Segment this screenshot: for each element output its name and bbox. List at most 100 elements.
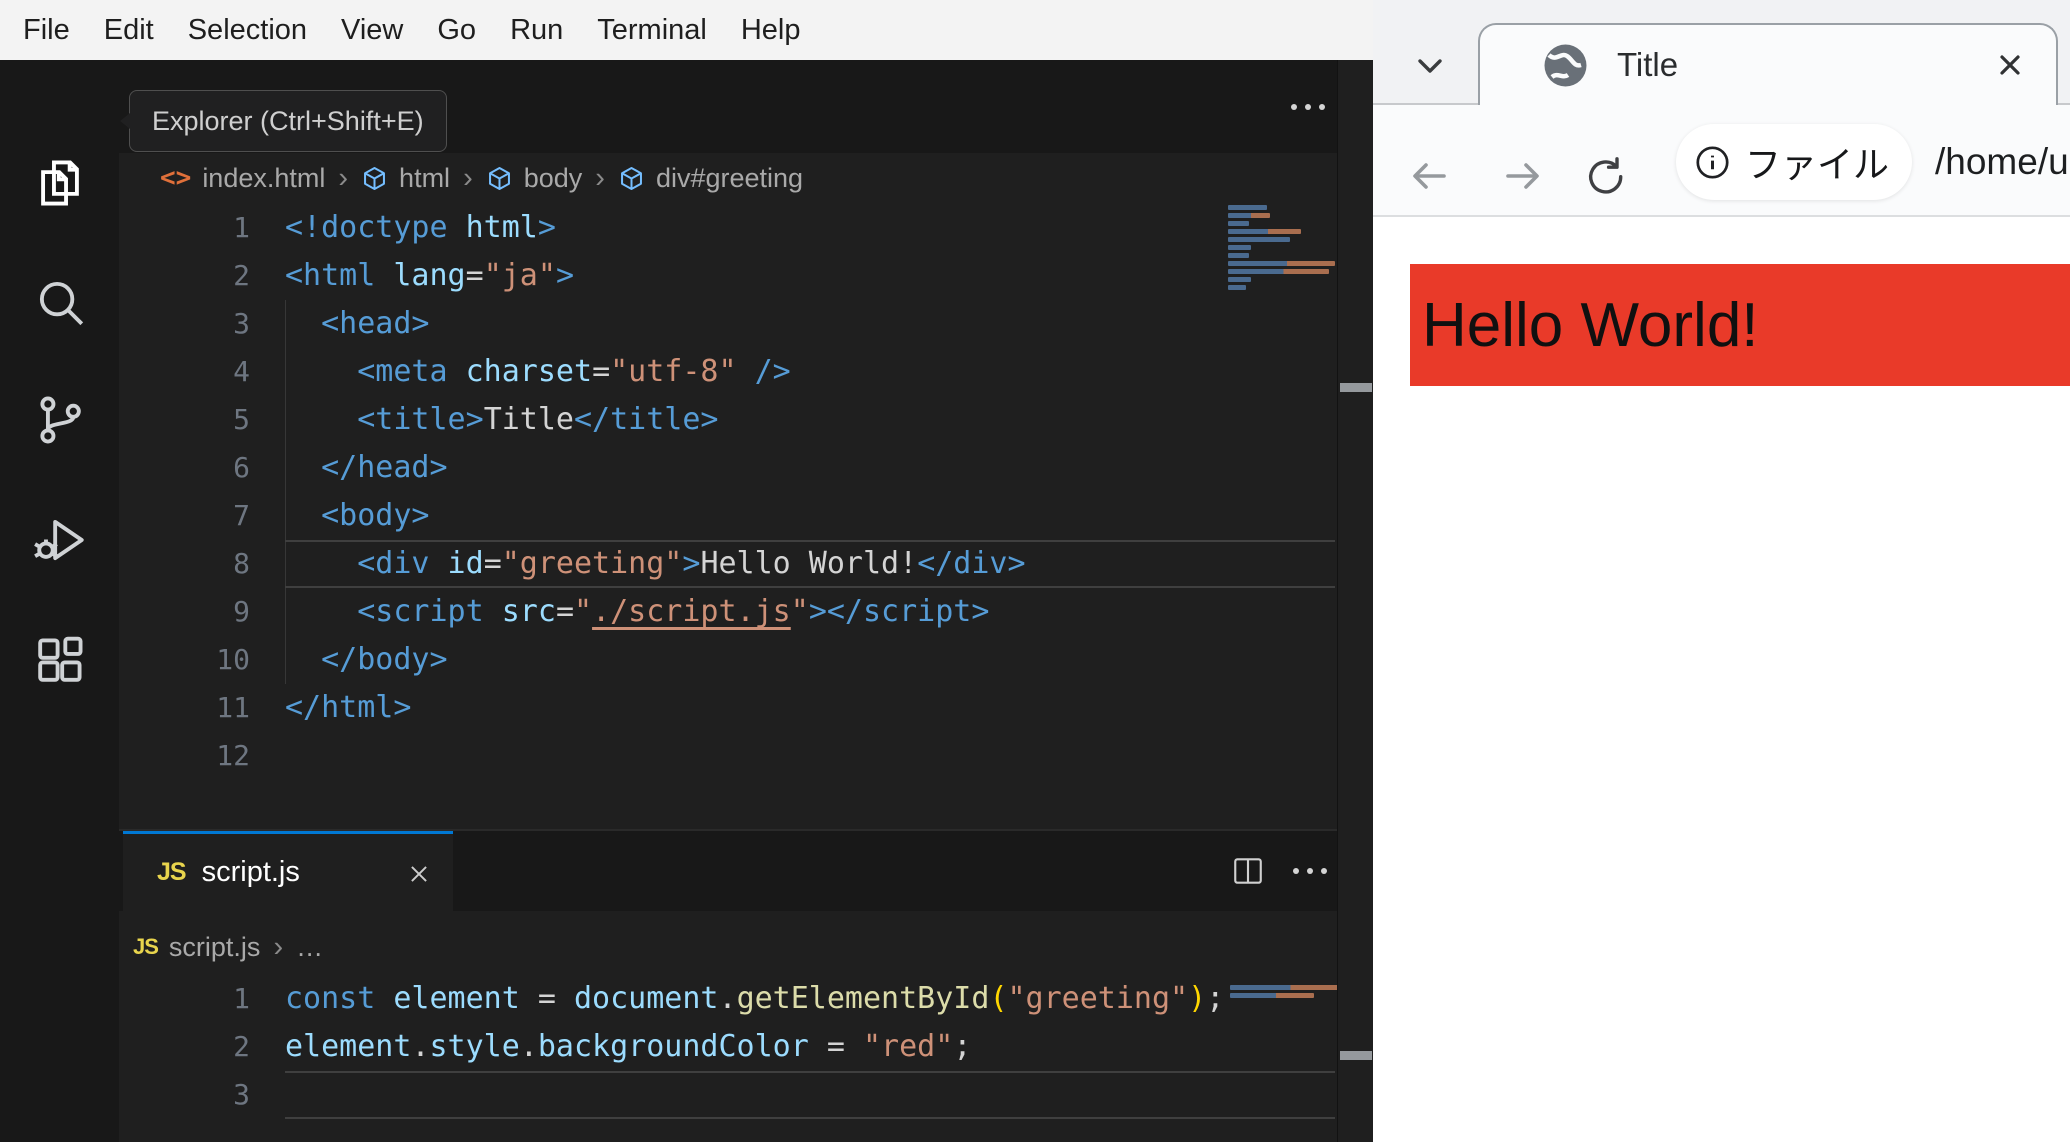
tab-script-js[interactable]: JS script.js (123, 831, 453, 911)
info-icon[interactable] (1694, 144, 1731, 181)
html-editor-group: <> index.html › html › body › div#greeting 1 <!d… (119, 60, 1337, 831)
scrollbar[interactable] (1337, 60, 1374, 1142)
browser-toolbar: ファイル /home/u (1373, 105, 2070, 215)
close-icon[interactable] (407, 861, 431, 885)
line-number: 2 (233, 1030, 250, 1063)
code-text: <html lang="ja"> (285, 258, 574, 293)
reload-icon[interactable] (1582, 155, 1628, 197)
scrollbar-handle[interactable] (1340, 383, 1372, 392)
more-actions-icon[interactable] (1293, 868, 1327, 874)
code-line[interactable]: 1 const element = document.getElementById… (119, 975, 1337, 1023)
menu-item-edit[interactable]: Edit (87, 14, 171, 47)
line-number: 12 (216, 739, 250, 772)
back-icon[interactable] (1406, 155, 1452, 197)
screen: File Edit Selection View Go Run Terminal Help (0, 0, 2070, 1142)
chevron-down-icon[interactable] (1409, 48, 1451, 84)
line-number: 2 (233, 259, 250, 292)
split-editor-icon[interactable] (1231, 855, 1265, 887)
code-line[interactable]: 3 <head> (119, 300, 1337, 348)
line-number: 11 (216, 691, 250, 724)
menu-item-terminal[interactable]: Terminal (580, 14, 724, 47)
breadcrumb-separator: › (595, 161, 605, 194)
browser-tab[interactable]: Title (1478, 23, 2058, 105)
explorer-icon[interactable] (31, 154, 89, 212)
origin-chip[interactable]: ファイル (1676, 124, 1912, 200)
code-line[interactable]: 2 element.style.backgroundColor = "red"; (119, 1023, 1337, 1071)
breadcrumb[interactable]: <> index.html › html › body › div#greeting (160, 153, 803, 203)
line-number: 10 (216, 643, 250, 676)
line-number: 4 (233, 355, 250, 388)
run-debug-icon[interactable] (31, 511, 89, 569)
line-number: 7 (233, 499, 250, 532)
code-line[interactable]: 6 </head> (119, 444, 1337, 492)
source-control-icon[interactable] (31, 391, 89, 449)
code-line[interactable]: 12 (119, 732, 1337, 780)
menu-item-run[interactable]: Run (493, 14, 580, 47)
code-text: <head> (321, 306, 430, 341)
line-number: 9 (233, 595, 250, 628)
code-text: </head> (321, 450, 448, 485)
line-number: 5 (233, 403, 250, 436)
code-line[interactable]: 4 <meta charset="utf-8" /> (119, 348, 1337, 396)
scrollbar-handle[interactable] (1340, 1051, 1372, 1060)
activity-bar (0, 60, 119, 1142)
line-number: 1 (233, 211, 250, 244)
breadcrumb-segment[interactable]: html (399, 163, 450, 194)
search-icon[interactable] (31, 273, 89, 331)
js-code-editor[interactable]: 1 const element = document.getElementById… (119, 975, 1337, 1119)
code-text: <!doctype html> (285, 210, 556, 245)
origin-chip-label: ファイル (1745, 144, 1890, 185)
menu-item-go[interactable]: Go (420, 14, 493, 47)
forward-icon[interactable] (1500, 155, 1546, 197)
code-text: <body> (321, 498, 430, 533)
url-text[interactable]: /home/u (1935, 141, 2069, 183)
breadcrumb-file[interactable]: script.js (169, 932, 261, 963)
line-number: 8 (233, 547, 250, 580)
panel-tab-bar: JS script.js (119, 831, 1337, 911)
line-number: 3 (233, 1078, 250, 1111)
code-line[interactable]: 10 </body> (119, 636, 1337, 684)
page-greeting-div: Hello World! (1410, 264, 2070, 386)
menu-item-view[interactable]: View (324, 14, 420, 47)
breadcrumb-separator: › (338, 161, 349, 194)
code-text: <script src="./script.js"></script> (357, 594, 990, 629)
tab-label: script.js (201, 856, 300, 888)
code-line[interactable]: 8 <div id="greeting">Hello World!</div> (119, 540, 1337, 588)
code-text: <div id="greeting">Hello World!</div> (357, 546, 1026, 581)
menu-item-selection[interactable]: Selection (171, 14, 324, 47)
html-file-icon: <> (160, 163, 192, 193)
minimap[interactable] (1230, 985, 1342, 1009)
menu-item-file[interactable]: File (6, 14, 87, 47)
breadcrumb-file[interactable]: index.html (202, 163, 325, 194)
symbol-cube-icon (618, 165, 645, 192)
close-icon[interactable] (1994, 49, 2026, 81)
explorer-tooltip: Explorer (Ctrl+Shift+E) (120, 90, 447, 152)
code-line[interactable]: 11 </html> (119, 684, 1337, 732)
breadcrumb-segment[interactable]: body (524, 163, 583, 194)
extensions-icon[interactable] (31, 631, 89, 689)
code-line[interactable]: 1 <!doctype html> (119, 204, 1337, 252)
line-number: 6 (233, 451, 250, 484)
code-text: <meta charset="utf-8" /> (357, 354, 791, 389)
symbol-cube-icon (486, 165, 513, 192)
line-number: 1 (233, 982, 250, 1015)
code-text: const element = document.getElementById(… (285, 981, 1225, 1016)
breadcrumb-more[interactable]: … (296, 932, 323, 963)
code-line[interactable]: 3 (119, 1071, 1337, 1119)
code-line[interactable]: 7 <body> (119, 492, 1337, 540)
code-text: element.style.backgroundColor = "red"; (285, 1029, 972, 1064)
breadcrumb-separator: › (463, 161, 473, 194)
breadcrumb[interactable]: JS script.js ›… (133, 922, 323, 972)
menu-item-help[interactable]: Help (724, 14, 818, 47)
code-text: </body> (321, 642, 448, 677)
code-line[interactable]: 5 <title>Title</title> (119, 396, 1337, 444)
breadcrumb-segment[interactable]: div#greeting (656, 163, 803, 194)
code-line[interactable]: 9 <script src="./script.js"></script> (119, 588, 1337, 636)
minimap[interactable] (1228, 205, 1340, 301)
menu-bar: File Edit Selection View Go Run Terminal Help (0, 0, 1379, 60)
html-code-editor[interactable]: 1 <!doctype html> 2 <html lang="ja"> 3 <head… (119, 204, 1337, 780)
symbol-cube-icon (361, 165, 388, 192)
more-actions-icon[interactable] (1291, 60, 1325, 153)
vscode-window: File Edit Selection View Go Run Terminal Help (0, 0, 1379, 1142)
code-line[interactable]: 2 <html lang="ja"> (119, 252, 1337, 300)
